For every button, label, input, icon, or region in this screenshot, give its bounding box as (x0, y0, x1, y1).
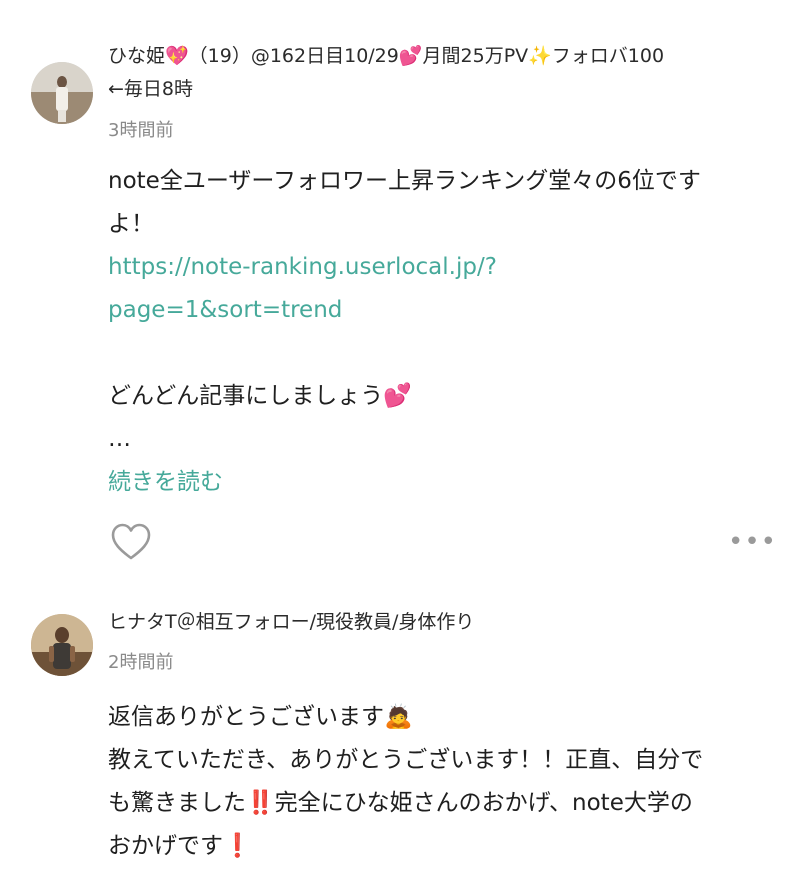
author-name-line1: ひな姫💖（19）@162日目10/29💕月間25万PV✨フォロバ100 (108, 45, 665, 67)
timestamp: 3時間前 (108, 120, 174, 141)
author-name[interactable]: ひな姫💖（19）@162日目10/29💕月間25万PV✨フォロバ100 ←毎日8… (108, 40, 778, 106)
comment-body: 返信ありがとうございます🙇 教えていただき、ありがとうございます！！正直、自分で… (108, 696, 778, 868)
ellipsis: … (108, 426, 131, 452)
body-line: note全ユーザーフォロワー上昇ランキング堂々の6位です (108, 168, 701, 194)
read-more-link[interactable]: 続きを読む (108, 462, 223, 496)
more-dots-icon[interactable]: ••• (728, 529, 777, 555)
body-line: よ！ (108, 211, 154, 237)
author-name[interactable]: ヒナタT＠相互フォロー/現役教員/身体作り (108, 606, 778, 639)
ranking-link-continued[interactable]: page=1&sort=trend (108, 289, 778, 332)
avatar[interactable] (31, 62, 93, 124)
body-line: 返信ありがとうございます🙇 (108, 704, 413, 730)
avatar-photo (31, 614, 93, 676)
body-line: 教えていただき、ありがとうございます！！正直、自分で (108, 747, 704, 773)
author-name-line2: ←毎日8時 (108, 78, 194, 100)
body-line: も驚きました‼️完全にひな姫さんのおかげ、note大学の (108, 790, 693, 816)
body-line: どんどん記事にしましょう💕 (108, 383, 412, 409)
timestamp: 2時間前 (108, 652, 174, 673)
avatar[interactable] (31, 614, 93, 676)
heart-outline-icon[interactable] (110, 522, 152, 562)
ranking-link[interactable]: https://note-ranking.userlocal.jp/? (108, 246, 778, 289)
avatar-photo (31, 62, 93, 124)
body-line: おかげです❗ (108, 833, 252, 859)
comment-body: note全ユーザーフォロワー上昇ランキング堂々の6位です よ！ https://… (108, 160, 778, 461)
